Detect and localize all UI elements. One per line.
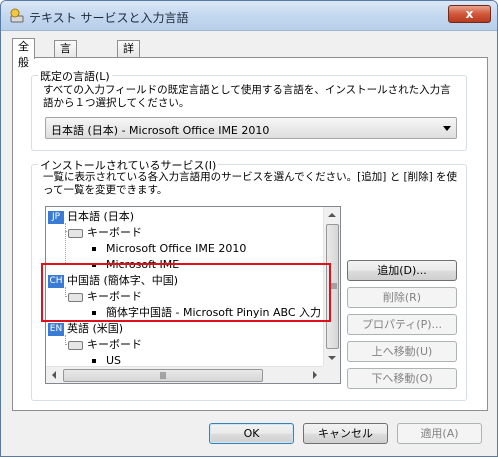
- keyboard-globe-icon: [10, 8, 24, 23]
- language-badge-icon: EN: [48, 322, 64, 336]
- tree-item-language[interactable]: EN 英語 (米国): [48, 321, 123, 337]
- tree-item-label: キーボード: [87, 338, 142, 351]
- scroll-left-arrow-icon[interactable]: [51, 371, 57, 379]
- tree-item-label: 中国語 (簡体字、中国): [67, 274, 179, 287]
- close-icon: x: [465, 7, 474, 21]
- language-badge-icon: CH: [48, 274, 64, 288]
- tree-item-category[interactable]: キーボード: [68, 337, 142, 353]
- keyboard-icon: [68, 340, 83, 350]
- installed-services-description: 一覧に表示されている各入力言語用のサービスを選んでください。[追加] と [削除…: [43, 171, 458, 196]
- chevron-down-icon: [443, 126, 451, 131]
- apply-button[interactable]: 適用(A): [397, 423, 482, 444]
- window-title: テキスト サービスと入力言語: [29, 11, 189, 25]
- default-language-select[interactable]: 日本語 (日本) - Microsoft Office IME 2010: [45, 117, 457, 139]
- default-language-legend: 既定の言語(L): [38, 68, 112, 84]
- title-bar[interactable]: テキスト サービスと入力言語 x: [1, 1, 497, 31]
- tab-advanced-key-settings[interactable]: 詳細なキー設定: [117, 40, 140, 151]
- tree-item-service[interactable]: Microsoft IME: [92, 257, 179, 273]
- dialog-window: テキスト サービスと入力言語 x 全般 言語バー 詳細なキー設定 既定の言語(L…: [0, 0, 498, 457]
- scroll-corner: [323, 366, 340, 383]
- tree-item-label: 日本語 (日本): [67, 210, 135, 223]
- tree-item-language[interactable]: JP 日本語 (日本): [48, 209, 134, 225]
- bullet-icon: [92, 359, 96, 363]
- bullet-icon: [92, 247, 96, 251]
- remove-button[interactable]: 削除(R): [347, 287, 457, 308]
- tree-item-language[interactable]: CH 中国語 (簡体字、中国): [48, 273, 178, 289]
- tab-language-bar[interactable]: 言語バー: [54, 40, 77, 103]
- move-down-button[interactable]: 下へ移動(O): [347, 368, 457, 389]
- bullet-icon: [92, 311, 96, 315]
- horizontal-scroll-thumb[interactable]: [63, 369, 263, 382]
- ok-button[interactable]: OK: [209, 423, 294, 444]
- tree-item-service[interactable]: Microsoft Office IME 2010: [92, 241, 246, 257]
- cancel-button[interactable]: キャンセル: [303, 423, 388, 444]
- keyboard-icon: [68, 292, 83, 302]
- keyboard-icon: [68, 228, 83, 238]
- services-tree[interactable]: JP 日本語 (日本) キーボード Microsoft Office IME 20…: [45, 206, 341, 384]
- tab-general[interactable]: 全般: [12, 38, 35, 69]
- default-language-value: 日本語 (日本) - Microsoft Office IME 2010: [51, 124, 270, 137]
- tree-connector: [65, 223, 66, 265]
- vertical-scroll-thumb[interactable]: [326, 224, 339, 349]
- scroll-up-arrow-icon[interactable]: [328, 212, 336, 218]
- tree-item-label: Microsoft IME: [106, 258, 180, 271]
- tree-item-category[interactable]: キーボード: [68, 289, 142, 305]
- grip-icon: [330, 283, 337, 289]
- grip-icon: [160, 372, 166, 379]
- tree-item-label: Microsoft Office IME 2010: [106, 242, 247, 255]
- add-button[interactable]: 追加(D)...: [347, 260, 457, 281]
- tree-item-label: 簡体字中国語 - Microsoft Pinyin ABC 入力: [106, 306, 322, 319]
- tree-item-service[interactable]: 簡体字中国語 - Microsoft Pinyin ABC 入力: [92, 305, 321, 321]
- scroll-right-arrow-icon[interactable]: [312, 371, 318, 379]
- tree-item-label: キーボード: [87, 290, 142, 303]
- move-up-button[interactable]: 上へ移動(U): [347, 341, 457, 362]
- language-badge-icon: JP: [48, 210, 64, 224]
- close-button[interactable]: x: [448, 5, 491, 23]
- bullet-icon: [92, 263, 96, 267]
- scroll-down-arrow-icon[interactable]: [328, 355, 336, 361]
- properties-button[interactable]: プロパティ(P)...: [347, 314, 457, 335]
- tree-item-category[interactable]: キーボード: [68, 225, 142, 241]
- tree-item-label: 英語 (米国): [67, 322, 124, 335]
- vertical-scrollbar[interactable]: [323, 207, 340, 367]
- tree-item-label: キーボード: [87, 226, 142, 239]
- default-language-description: すべての入力フィールドの既定言語として使用する言語を、インストールされた入力言語…: [43, 84, 451, 109]
- horizontal-scrollbar[interactable]: [46, 366, 324, 383]
